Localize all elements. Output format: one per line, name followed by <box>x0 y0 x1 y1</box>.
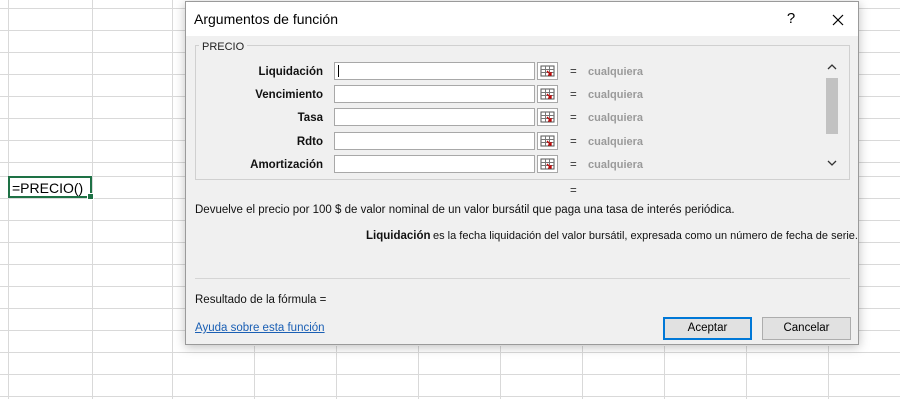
scroll-down-button[interactable] <box>823 158 840 172</box>
function-arguments-dialog: Argumentos de función ? PRECIO Liquidaci… <box>185 1 859 345</box>
range-select-icon <box>540 111 555 123</box>
rdto-input[interactable] <box>334 132 535 150</box>
collapse-dialog-button[interactable] <box>537 62 558 80</box>
argument-label: Tasa <box>297 112 323 124</box>
equals-sign: = <box>570 159 577 171</box>
amortizacion-input[interactable] <box>334 155 535 173</box>
dialog-title: Argumentos de función <box>194 11 338 27</box>
formula-result-label: Resultado de la fórmula = <box>195 294 327 306</box>
dialog-titlebar: Argumentos de función ? <box>186 2 858 36</box>
active-cell[interactable]: =PRECIO() <box>8 176 94 200</box>
equals-sign: = <box>570 136 577 148</box>
collapse-dialog-button[interactable] <box>537 155 558 173</box>
argument-value: cualquiera <box>588 66 644 78</box>
equals-sign: = <box>570 66 577 78</box>
collapse-dialog-button[interactable] <box>537 132 558 150</box>
chevron-up-icon <box>827 64 836 70</box>
collapse-dialog-button[interactable] <box>537 85 558 103</box>
chevron-down-icon <box>827 160 836 166</box>
argument-label: Liquidación <box>258 66 323 78</box>
argument-label: Rdto <box>296 136 323 148</box>
argument-help-text: es la fecha liquidación del valor bursát… <box>433 230 858 242</box>
argument-label: Vencimiento <box>255 89 323 101</box>
argument-label: Amortización <box>250 159 323 171</box>
range-select-icon <box>540 158 555 170</box>
help-button[interactable]: ? <box>773 6 809 32</box>
function-description: Devuelve el precio por 100 $ de valor no… <box>195 204 735 216</box>
range-select-icon <box>540 135 555 147</box>
argument-value: cualquiera <box>588 136 644 148</box>
range-select-icon <box>540 65 555 77</box>
help-link[interactable]: Ayuda sobre esta función <box>195 322 325 334</box>
argument-value: cualquiera <box>588 112 644 124</box>
argument-value: cualquiera <box>588 159 644 171</box>
range-select-icon <box>540 88 555 100</box>
collapse-dialog-button[interactable] <box>537 108 558 126</box>
scroll-up-button[interactable] <box>823 62 840 76</box>
close-button[interactable] <box>820 6 856 32</box>
function-result-equals: = <box>570 185 577 197</box>
argument-help-name: Liquidación <box>366 230 431 242</box>
equals-sign: = <box>570 112 577 124</box>
accept-button[interactable]: Aceptar <box>663 317 752 340</box>
equals-sign: = <box>570 89 577 101</box>
tasa-input[interactable] <box>334 108 535 126</box>
scroll-thumb[interactable] <box>826 78 838 134</box>
argument-value: cualquiera <box>588 89 644 101</box>
cancel-button[interactable]: Cancelar <box>762 317 851 340</box>
text-caret <box>338 65 339 77</box>
divider <box>195 278 850 279</box>
arguments-scrollbar[interactable] <box>823 62 840 175</box>
function-name-label: PRECIO <box>199 41 248 53</box>
vencimiento-input[interactable] <box>334 85 535 103</box>
close-icon <box>832 14 844 26</box>
liquidacion-input[interactable] <box>334 62 535 80</box>
